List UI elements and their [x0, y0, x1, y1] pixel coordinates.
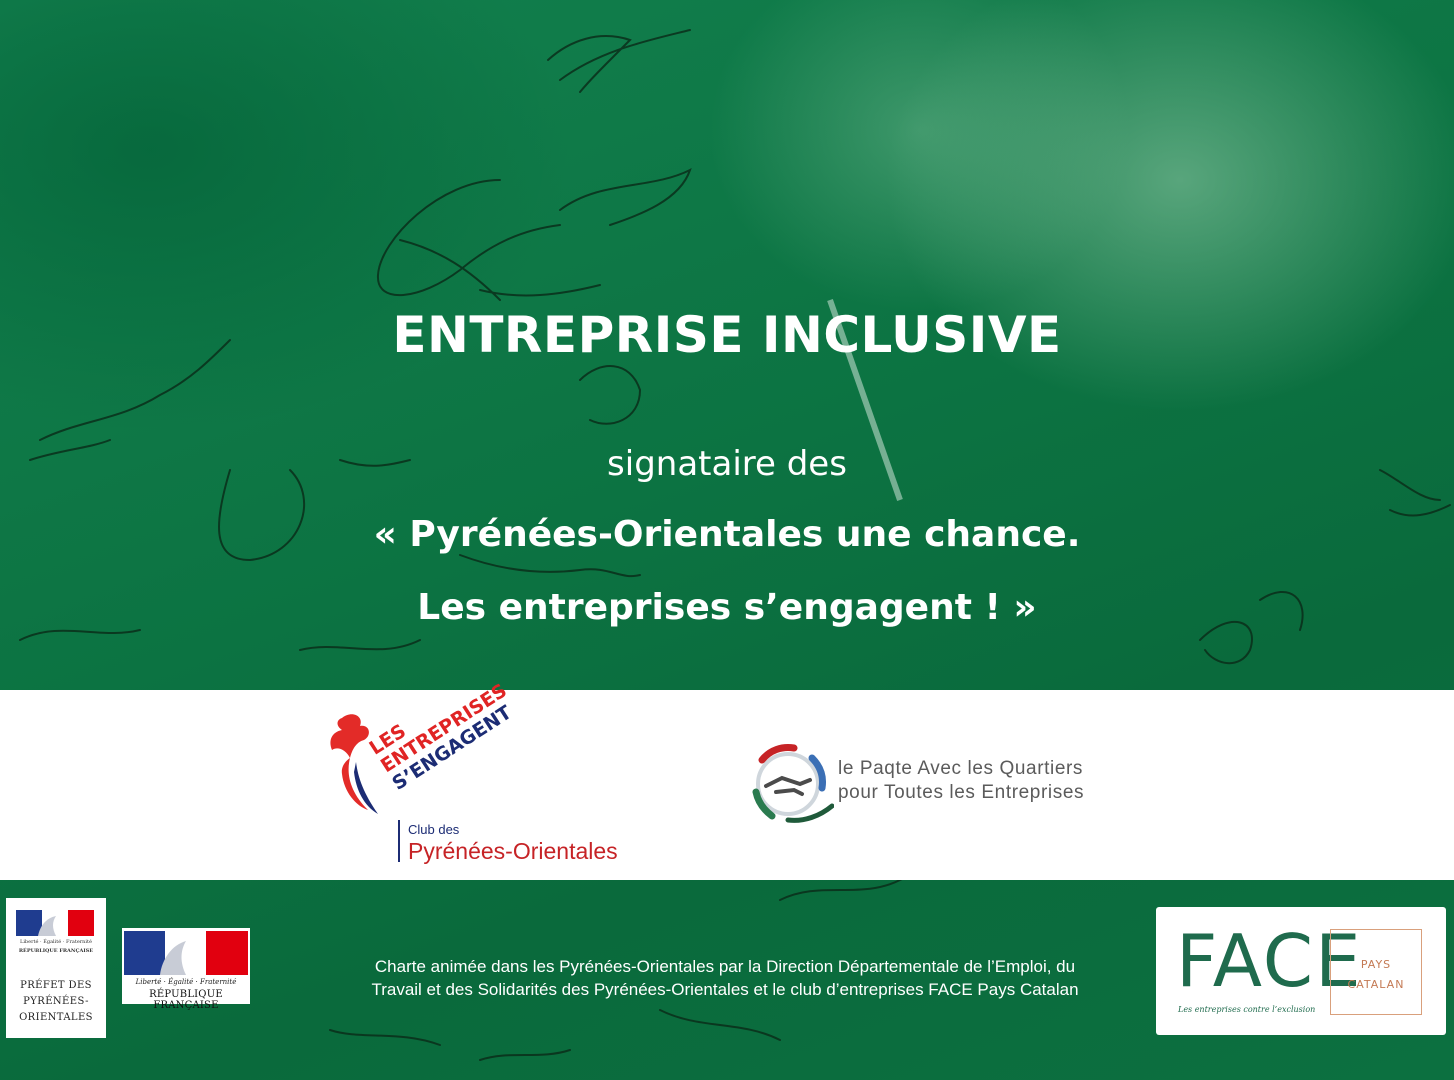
intro-text: signataire des — [607, 444, 847, 484]
signature-scribble — [547, 29, 691, 93]
prefet-line-2: PYRÉNÉES- — [23, 996, 89, 1007]
republique-motto: Liberté · Égalité · Fraternité — [135, 978, 237, 986]
club-divider — [398, 820, 400, 862]
face-box-line-2: CATALAN — [1347, 978, 1405, 991]
prefecture-logo: Liberté · Égalité · Fraternité RÉPUBLIQU… — [6, 898, 106, 1038]
paqte-logo: le Paqte Avec les Quartiers pour Toutes … — [742, 740, 1162, 830]
signature-scribble — [329, 1029, 571, 1061]
face-pays-catalan-logo: FACE Les entreprises contre l’exclusion … — [1156, 907, 1446, 1035]
signature-scribble — [19, 629, 421, 651]
republique-name: RÉPUBLIQUE FRANÇAISE — [149, 989, 223, 1011]
quote-line-1: « Pyrénées-Orientales une chance. — [373, 514, 1081, 555]
republique-francaise-logo: Liberté · Égalité · Fraternité RÉPUBLIQU… — [122, 928, 250, 1011]
quote-line-2: Les entreprises s’engagent ! » — [417, 587, 1037, 628]
marianne-flag-icon — [124, 931, 248, 975]
signature-scribble — [459, 554, 641, 578]
club-name: Pyrénées-Orientales — [408, 838, 618, 864]
headline: ENTREPRISE INCLUSIVE — [392, 306, 1062, 364]
club-label: Club des — [408, 822, 460, 837]
face-region-box: PAYS CATALAN — [1330, 929, 1422, 1015]
signature-scribble — [376, 168, 692, 296]
signature-scribble — [579, 365, 642, 425]
rooster-icon — [330, 714, 378, 814]
prefet-line-3: ORIENTALES — [19, 1012, 93, 1023]
signature-scribble — [399, 239, 601, 301]
charter-line-1: Charte animée dans les Pyrénées-Oriental… — [374, 957, 1076, 976]
prefecture-republic: RÉPUBLIQUE FRANÇAISE — [18, 948, 94, 954]
charter-text: Charte animée dans les Pyrénées-Oriental… — [300, 955, 1150, 1001]
handshake-icon — [752, 744, 834, 823]
paqte-line-2: pour Toutes les Entreprises — [838, 782, 1085, 803]
face-tagline: Les entreprises contre l’exclusion — [1178, 1005, 1316, 1014]
prefet-title: PRÉFET DES PYRÉNÉES- ORIENTALES — [6, 978, 106, 1026]
les-entreprises-sengagent-logo: LES ENTREPRISES S’ENGAGENT Club des Pyré… — [300, 680, 700, 873]
prefecture-motto: Liberté · Égalité · Fraternité — [20, 939, 92, 945]
paqte-line-1: le Paqte Avec les Quartiers — [838, 758, 1084, 779]
certificate-poster: ENTREPRISE INCLUSIVE signataire des « Py… — [0, 0, 1454, 1080]
prefet-line-1: PRÉFET DES — [20, 980, 92, 991]
face-box-line-1: PAYS — [1360, 958, 1392, 971]
charter-line-2: Travail et des Solidarités des Pyrénées-… — [371, 980, 1079, 999]
logo-band: LES ENTREPRISES S’ENGAGENT Club des Pyré… — [0, 680, 1454, 880]
